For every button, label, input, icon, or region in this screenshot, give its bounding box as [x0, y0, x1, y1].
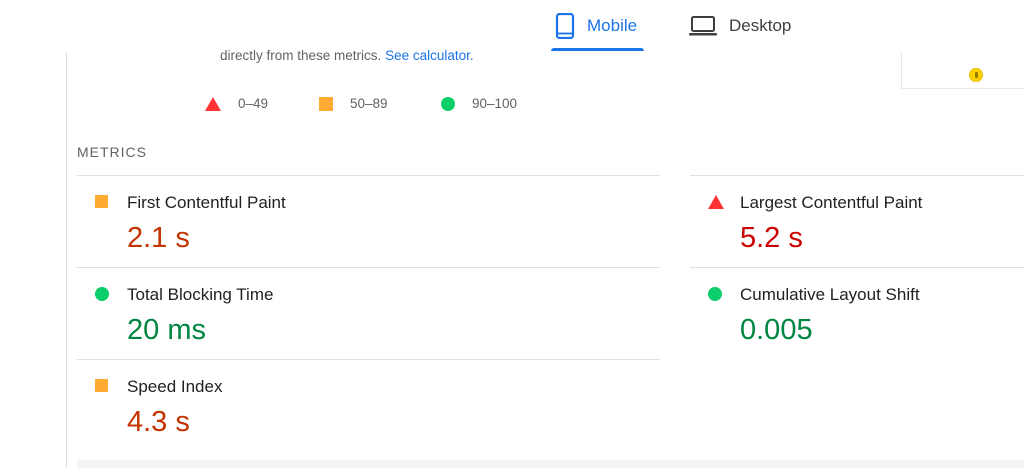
metric-value: 2.1 s [127, 222, 190, 254]
legend-pass-range: 90–100 [472, 96, 518, 111]
metrics-header: METRICS [77, 144, 147, 160]
laptop-icon [689, 15, 717, 37]
orange-square-icon [319, 96, 333, 111]
tab-desktop[interactable]: Desktop [689, 0, 791, 52]
smartphone-icon [555, 13, 575, 39]
tab-mobile[interactable]: Mobile [551, 0, 644, 52]
green-circle-icon [708, 287, 722, 301]
side-card [901, 52, 1024, 89]
metric-speed-index: Speed Index 4.3 s [77, 359, 660, 451]
legend-fail-range: 0–49 [238, 96, 269, 111]
metric-total-blocking-time: Total Blocking Time 20 ms [77, 267, 660, 359]
active-tab-indicator [551, 48, 644, 51]
orange-square-icon [95, 195, 108, 208]
metric-value: 20 ms [127, 314, 206, 346]
metric-cumulative-layout-shift: Cumulative Layout Shift 0.005 [690, 267, 1024, 359]
red-triangle-icon [205, 96, 221, 111]
legend-item-fail: 0–49 [205, 96, 268, 111]
see-calculator-link[interactable]: See calculator. [385, 48, 474, 63]
green-circle-icon [95, 287, 109, 301]
metric-value: 0.005 [740, 314, 813, 346]
metric-value: 5.2 s [740, 222, 803, 254]
metric-name: Cumulative Layout Shift [740, 285, 920, 304]
legend-item-average: 50–89 [319, 96, 388, 111]
pagespeed-report: Mobile Desktop directly from these metri… [0, 0, 1024, 468]
metric-name: Largest Contentful Paint [740, 193, 923, 212]
metric-name: Total Blocking Time [127, 285, 274, 304]
device-tabs: Mobile Desktop [0, 0, 1024, 52]
tab-mobile-label: Mobile [587, 16, 638, 35]
green-circle-icon [441, 96, 455, 111]
metric-name: First Contentful Paint [127, 193, 286, 212]
footer-strip [77, 460, 1024, 468]
metric-first-contentful-paint: First Contentful Paint 2.1 s [77, 175, 660, 267]
metric-value: 4.3 s [127, 406, 190, 438]
score-legend: 0–49 50–89 90–100 [0, 96, 1024, 116]
tab-desktop-label: Desktop [729, 16, 792, 35]
metric-name: Speed Index [127, 377, 223, 396]
metric-largest-contentful-paint: Largest Contentful Paint 5.2 s [690, 175, 1024, 267]
red-triangle-icon [708, 195, 724, 209]
legend-item-pass: 90–100 [441, 96, 517, 111]
calculator-note-text: directly from these metrics. [220, 48, 382, 63]
orange-square-icon [95, 379, 108, 392]
calculator-note: directly from these metrics. See calcula… [220, 48, 474, 63]
lightbulb-icon [969, 68, 983, 82]
legend-average-range: 50–89 [350, 96, 388, 111]
